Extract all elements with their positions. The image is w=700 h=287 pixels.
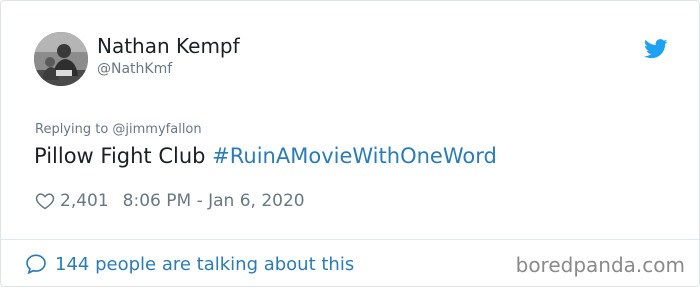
conversation-link-label: 144 people are talking about this (55, 253, 355, 275)
tweet-text-plain: Pillow Fight Club (34, 144, 206, 168)
hashtag-link[interactable]: #RuinAMovieWithOneWord (212, 144, 497, 168)
like-count[interactable]: 2,401 (60, 191, 109, 211)
conversation-link[interactable]: 144 people are talking about this (25, 252, 354, 276)
heart-outline-icon[interactable] (35, 191, 55, 211)
author-avatar[interactable] (34, 32, 88, 86)
author-display-name[interactable]: Nathan Kempf (97, 34, 240, 58)
tweet-card: Nathan Kempf @NathKmf Replying to @jimmy… (0, 0, 700, 287)
author-handle[interactable]: @NathKmf (97, 61, 172, 77)
twitter-bird-icon[interactable] (644, 39, 668, 59)
watermark: boredpanda.com (515, 253, 685, 277)
tweet-body: Nathan Kempf @NathKmf Replying to @jimmy… (1, 1, 699, 239)
tweet-timestamp[interactable]: 8:06 PM - Jan 6, 2020 (123, 191, 305, 211)
replying-to[interactable]: Replying to @jimmyfallon (35, 122, 202, 137)
user-avatar-photo-icon (34, 32, 88, 86)
footer-divider (1, 239, 699, 240)
speech-bubble-icon (26, 254, 46, 275)
tweet-text: Pillow Fight Club #RuinAMovieWithOneWord (34, 144, 497, 168)
tweet-meta: 2,401 8:06 PM - Jan 6, 2020 (35, 189, 305, 213)
